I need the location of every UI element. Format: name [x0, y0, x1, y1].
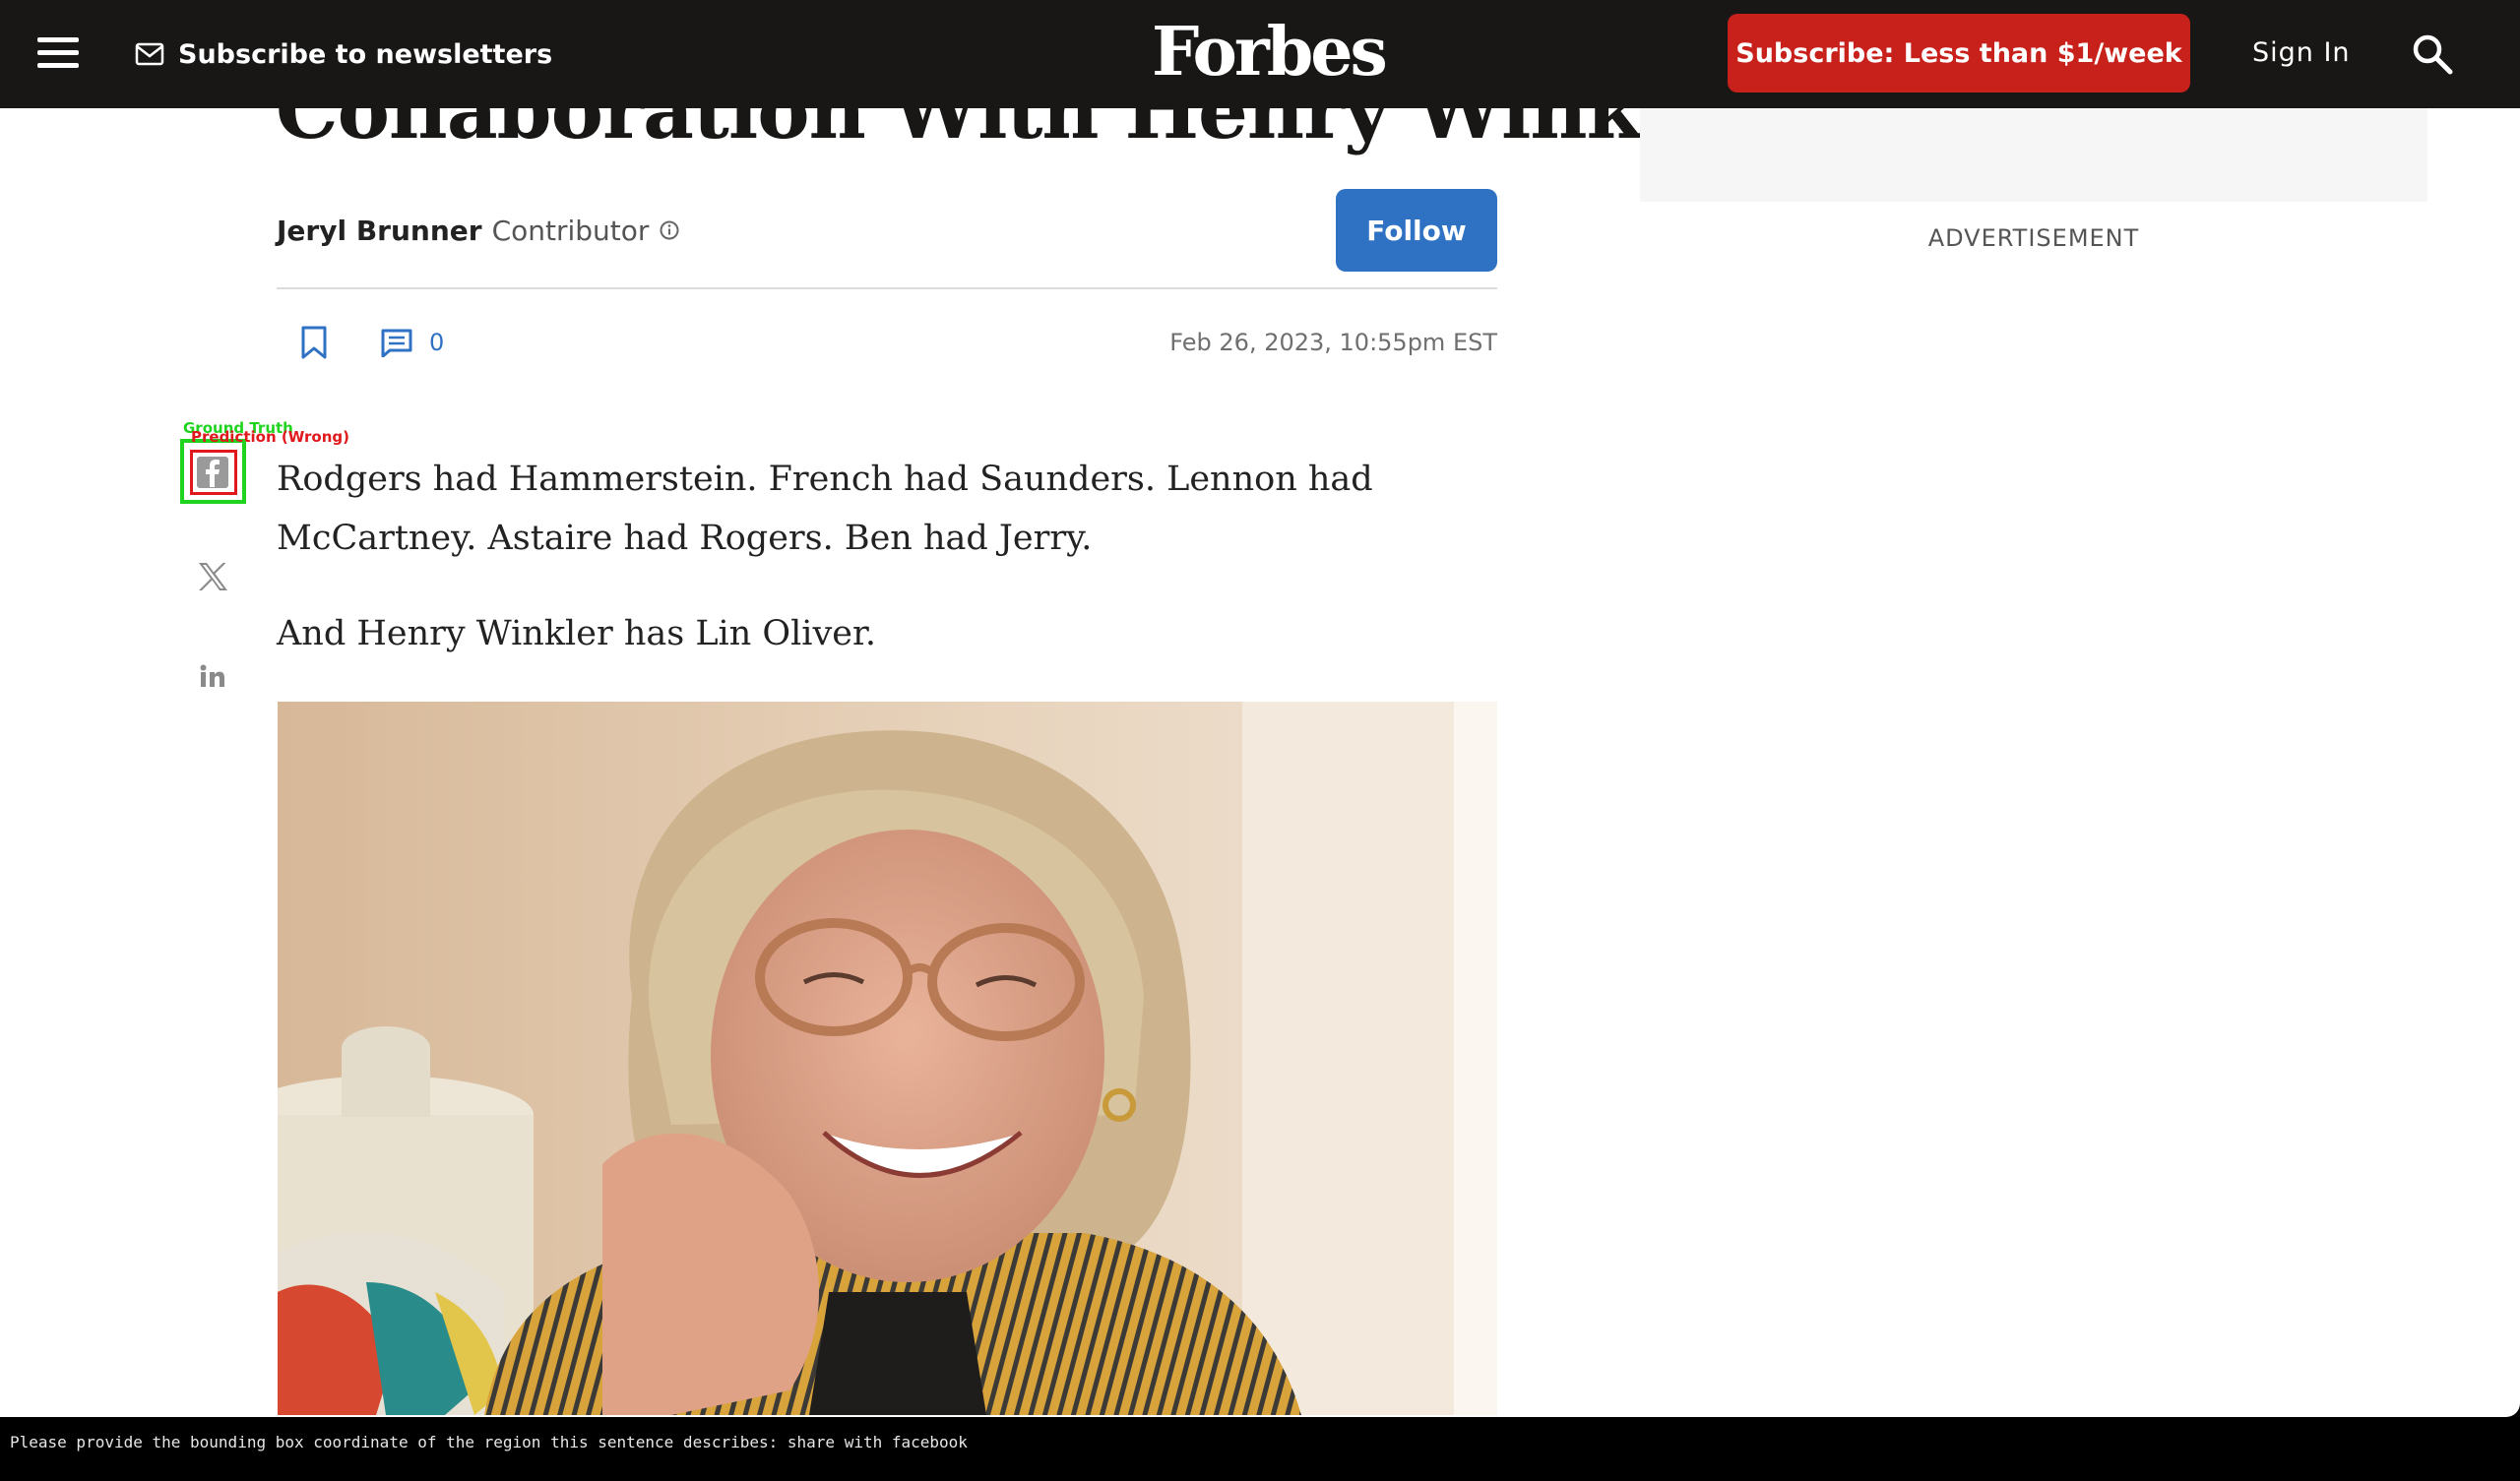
byline-divider	[277, 287, 1497, 289]
ad-slot	[1640, 108, 2427, 202]
comments-button[interactable]: 0	[380, 323, 444, 362]
article-photo	[278, 702, 1497, 1415]
bookmark-icon[interactable]	[298, 325, 330, 360]
info-icon[interactable]	[659, 219, 680, 241]
page: Subscribe to newsletters Forbes Subscrib…	[0, 0, 2520, 1417]
hamburger-menu-icon[interactable]	[37, 37, 79, 69]
instruction-text: Please provide the bounding box coordina…	[10, 1433, 968, 1451]
advertisement-label: ADVERTISEMENT	[1927, 224, 2140, 252]
article-paragraph: And Henry Winkler has Lin Oliver.	[277, 614, 876, 653]
forbes-logo[interactable]: Forbes	[1152, 10, 1388, 94]
top-navigation-bar: Subscribe to newsletters Forbes Subscrib…	[0, 0, 2520, 108]
author-name-link[interactable]: Jeryl Brunner	[277, 215, 482, 247]
prediction-box	[190, 450, 237, 495]
subscribe-newsletters-link[interactable]: Subscribe to newsletters	[135, 32, 552, 76]
sign-in-link[interactable]: Sign In	[2252, 30, 2351, 77]
author-role: Contributor	[491, 214, 650, 247]
x-icon[interactable]	[193, 557, 232, 596]
prediction-label: Prediction (Wrong)	[191, 428, 349, 446]
subscribe-button[interactable]: Subscribe: Less than $1/week	[1728, 14, 2190, 93]
search-icon[interactable]	[2410, 31, 2455, 77]
publish-timestamp: Feb 26, 2023, 10:55pm EST	[1169, 329, 1497, 356]
mail-icon	[135, 42, 164, 66]
byline: Jeryl Brunner Contributor	[277, 209, 680, 252]
comment-count: 0	[429, 329, 445, 356]
comment-icon	[381, 329, 412, 357]
follow-button[interactable]: Follow	[1336, 189, 1497, 272]
linkedin-icon[interactable]	[193, 657, 232, 697]
photo-of-smiling-woman	[278, 702, 1497, 1415]
article-paragraph: Rodgers had Hammerstein. French had Saun…	[277, 460, 1373, 558]
newsletter-label: Subscribe to newsletters	[178, 38, 553, 70]
